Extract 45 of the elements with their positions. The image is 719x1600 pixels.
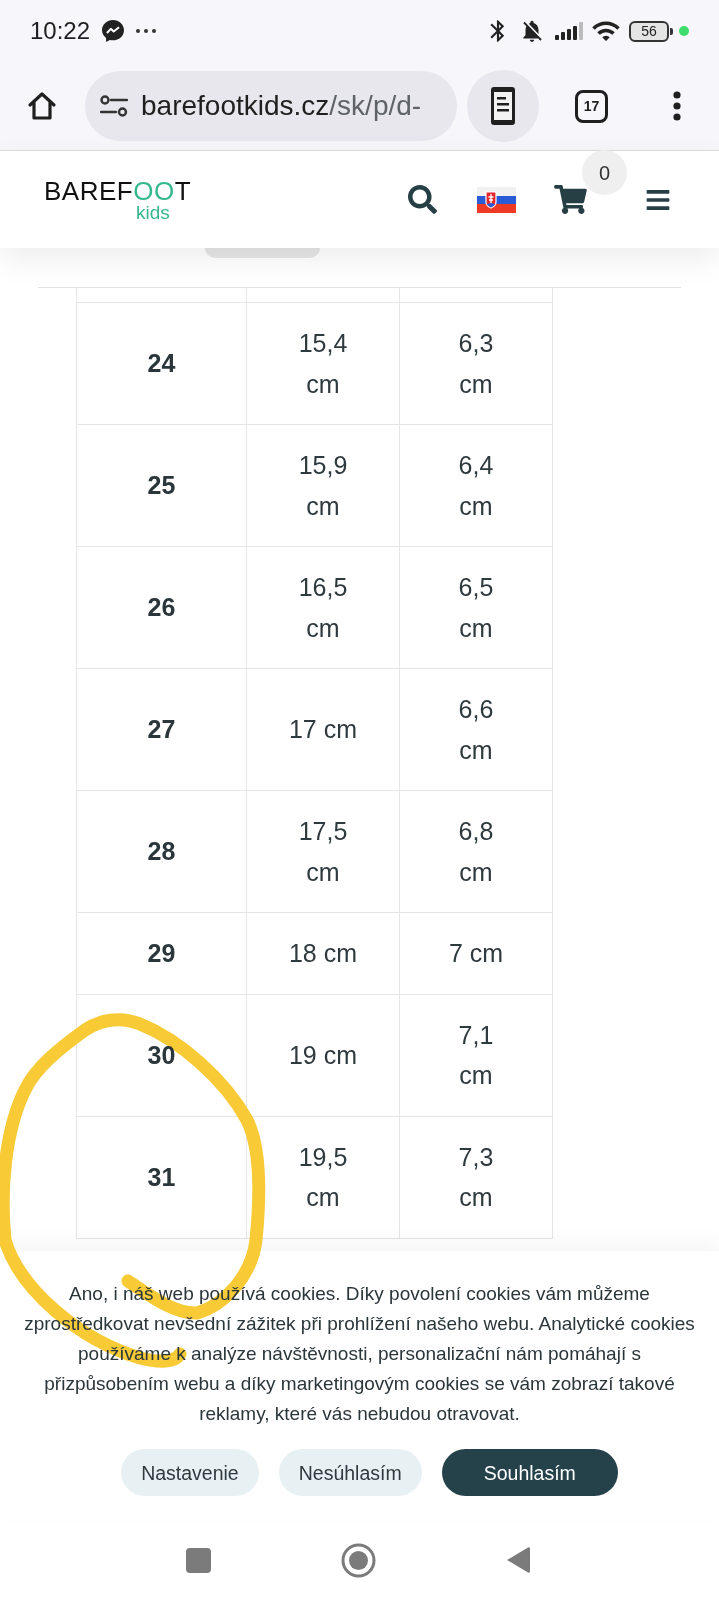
url-text[interactable]: barefootkids.cz/sk/p/d- (141, 90, 422, 122)
table-cell-text: 6,4 cm (457, 450, 495, 522)
table-cell-text: 17 cm (288, 714, 358, 746)
table-cell-text: 24 (147, 348, 176, 380)
table-cell-text: 19,5 cm (297, 1141, 349, 1213)
phone-document-icon (491, 87, 515, 125)
signal-icon (555, 22, 583, 40)
back-icon[interactable] (505, 1546, 530, 1574)
table-cell-text: 6,3 cm (457, 328, 495, 400)
table-cell-text: 18 cm (288, 938, 358, 969)
table-cell-text: 15,4 cm (297, 328, 349, 400)
table-cell-text: 7,1 cm (457, 1019, 495, 1091)
search-icon[interactable] (408, 185, 437, 214)
clock-time: 10:22 (30, 17, 91, 45)
table-cell-text: 26 (147, 592, 176, 624)
table-cell-text: 19 cm (288, 1039, 358, 1071)
more-options-icon[interactable] (673, 91, 681, 121)
table-cell-text: 6,5 cm (457, 572, 495, 644)
recent-apps-icon[interactable] (185, 1547, 211, 1573)
table-cell-text: 27 (147, 714, 176, 746)
table-cell-text: 25 (147, 470, 176, 502)
table-cell-text: 30 (147, 1039, 176, 1071)
table-cell-text: 15,9 cm (297, 450, 349, 522)
table-cell-text: 16,5 cm (297, 572, 349, 644)
flag-icon[interactable] (477, 186, 516, 213)
site-settings-icon[interactable] (100, 95, 128, 117)
cookie-option-button[interactable]: Nesúhlasím (278, 1449, 422, 1496)
cart-icon[interactable] (554, 185, 587, 214)
cookie-option-button[interactable]: Nastavenie (121, 1449, 259, 1496)
table-cell-text: 28 (147, 836, 176, 868)
table-cell-text: 6,8 cm (457, 816, 495, 888)
chat-bubble-icon (102, 20, 125, 42)
table-cell-text: 7,3 cm (457, 1141, 495, 1213)
home-icon[interactable] (26, 90, 58, 122)
more-icon (136, 29, 157, 33)
table-cell-text: 29 (147, 938, 176, 969)
logo-wordmark[interactable]: BAREFOOT (44, 177, 192, 204)
table-cell-text: 6,6 cm (457, 694, 495, 766)
tab-count-button[interactable]: 17 (575, 89, 608, 123)
table-cell-text: 7 cm (448, 938, 504, 969)
accept-button[interactable]: Souhlasím (441, 1449, 618, 1496)
table-cell-text: 31 (147, 1161, 176, 1193)
address-bar[interactable]: barefootkids.cz/sk/p/d- (85, 71, 457, 141)
table-cell-text: 17,5 cm (297, 816, 349, 888)
cart-count-badge: 0 (582, 150, 627, 195)
